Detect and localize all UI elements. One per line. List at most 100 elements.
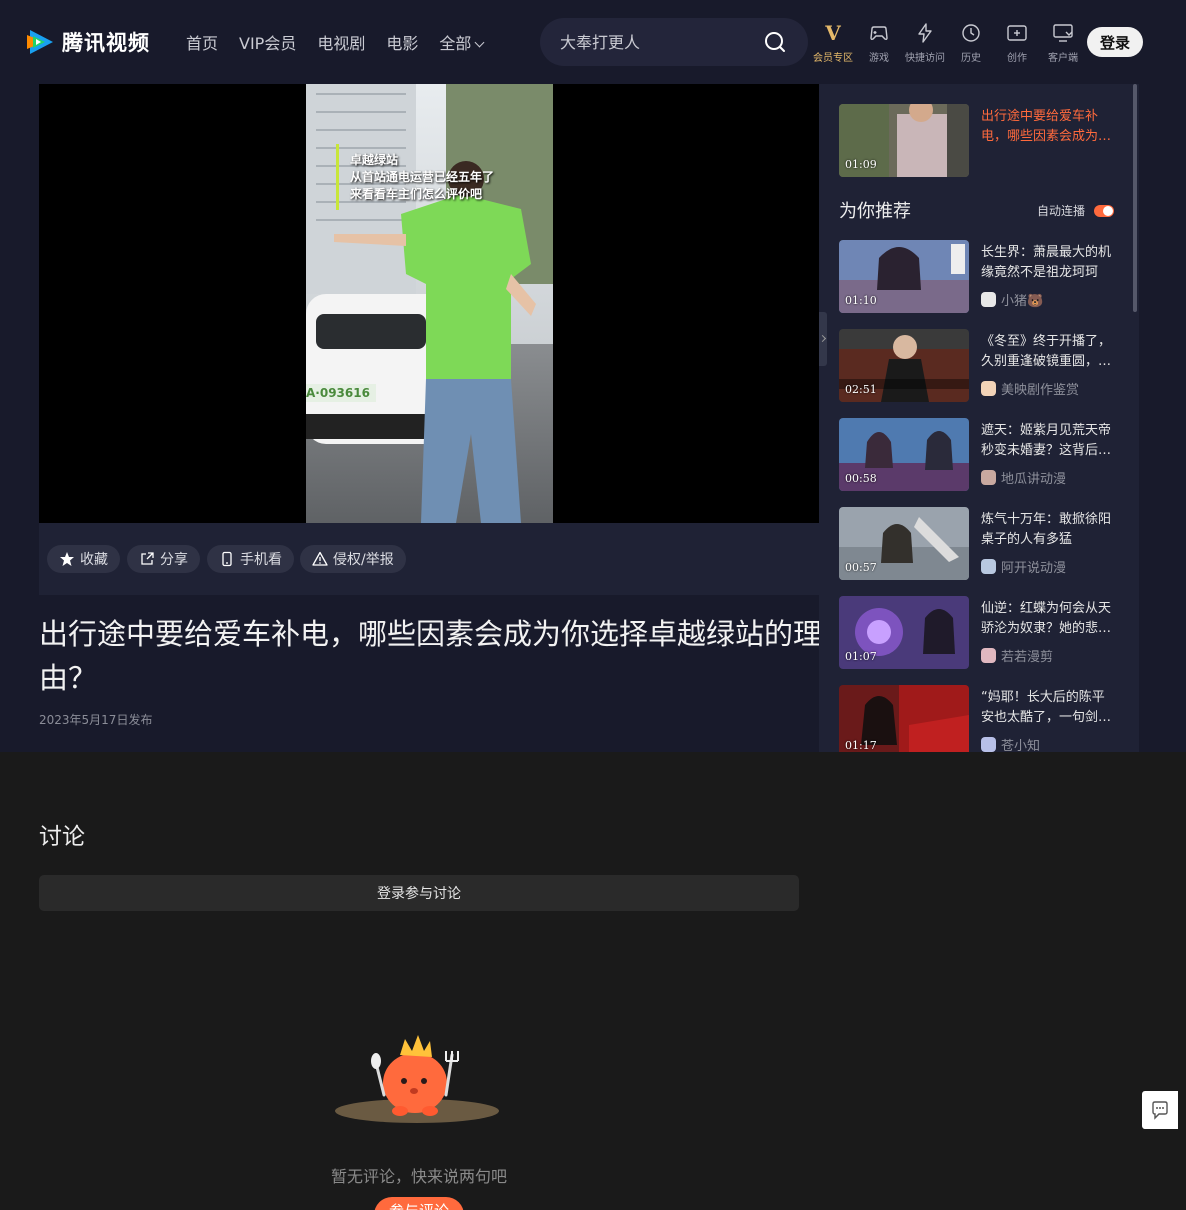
- recommend-title: 遮天：姬紫月见荒天帝秒变未婚妻？这背后…: [981, 423, 1112, 458]
- autoplay-switch: [1094, 204, 1115, 217]
- recommend-author: 苍小知: [981, 735, 1040, 752]
- nav-item-tv[interactable]: 电视剧: [317, 30, 365, 54]
- login-to-discuss-button[interactable]: 登录参与讨论: [39, 875, 799, 911]
- login-button[interactable]: 登录: [1087, 27, 1143, 57]
- avatar: [981, 737, 996, 752]
- client-button[interactable]: 客户端: [1040, 22, 1086, 64]
- tencent-video-logo-icon: [27, 30, 53, 54]
- vip-zone-button[interactable]: V 会员专区: [810, 22, 856, 64]
- recommend-heading: 为你推荐: [839, 201, 911, 222]
- recommend-thumbnail: 01:17: [839, 685, 969, 752]
- create-button[interactable]: 创作: [994, 22, 1040, 64]
- recommend-author: 美映剧作鉴赏: [981, 379, 1079, 398]
- recommend-title: 《冬至》终于开播了，久别重逢破镜重圆，…: [981, 334, 1112, 369]
- search-input[interactable]: [560, 32, 750, 52]
- recommend-author-name: 若若漫剪: [1001, 650, 1054, 665]
- nav-item-home[interactable]: 首页: [186, 30, 218, 54]
- recommend-panel: 01:09 出行途中要给爱车补电，哪些因素会成为… 为你推荐 自动连播 01:1…: [819, 84, 1139, 752]
- recommend-duration: 02:51: [845, 383, 877, 396]
- recommend-item[interactable]: 01:17 “妈耶！长大后的陈平安也太酷了，一句剑… 苍小知: [839, 685, 1129, 752]
- recommend-item[interactable]: 01:10 长生界：萧晨最大的机缘竟然不是祖龙珂珂 小猪🐻: [839, 240, 1129, 314]
- client-label: 客户端: [1048, 53, 1078, 64]
- recommend-item[interactable]: 02:51 《冬至》终于开播了，久别重逢破镜重圆，… 美映剧作鉴赏: [839, 329, 1129, 403]
- autoplay-label: 自动连播: [1037, 204, 1086, 218]
- video-caption-line-3: 来看看车主们怎么评价吧: [350, 187, 483, 201]
- search-icon[interactable]: [764, 31, 786, 53]
- empty-comments-text: 暂无评论，快来说两句吧: [331, 1167, 508, 1186]
- logo-text: 腾讯视频: [62, 31, 150, 55]
- video-actions: 收藏 分享 手机看 侵权/举报: [39, 523, 819, 595]
- history-button[interactable]: 历史: [948, 22, 994, 64]
- mascot-illustration: [335, 1035, 499, 1123]
- phone-icon: [222, 551, 232, 567]
- recommend-author-name: 美映剧作鉴赏: [1001, 383, 1080, 398]
- history-label: 历史: [961, 53, 981, 64]
- quick-access-button[interactable]: 快捷访问: [902, 22, 948, 64]
- report-button[interactable]: 侵权/举报: [300, 545, 406, 573]
- recommend-author: 若若漫剪: [981, 646, 1053, 665]
- main-nav: 首页 VIP会员 电视剧 电影 全部: [186, 30, 485, 54]
- recommend-thumbnail: 01:07: [839, 596, 969, 669]
- recommend-title: 仙逆：红蝶为何会从天骄沦为奴隶？她的悲…: [981, 601, 1112, 636]
- lightning-icon: [918, 23, 932, 43]
- share-button[interactable]: 分享: [127, 545, 200, 573]
- recommend-title: 长生界：萧晨最大的机缘竟然不是祖龙珂珂: [981, 245, 1112, 280]
- recommend-title: 炼气十万年：敢掀徐阳桌子的人有多猛: [981, 512, 1112, 547]
- search-box: [540, 18, 808, 66]
- recommend-item[interactable]: 01:07 仙逆：红蝶为何会从天骄沦为奴隶？她的悲… 若若漫剪: [839, 596, 1129, 670]
- recommend-duration: 01:07: [845, 650, 877, 663]
- gamepad-icon: [870, 26, 888, 41]
- recommend-thumbnail: 01:10: [839, 240, 969, 313]
- video-caption-line-2: 从首站通电运营已经五年了: [350, 170, 495, 184]
- share-label: 分享: [160, 552, 188, 568]
- recommend-thumbnail: 02:51: [839, 329, 969, 402]
- panel-scrollbar[interactable]: [1133, 84, 1137, 312]
- recommend-author-name: 阿开说动漫: [1001, 561, 1067, 576]
- collapse-panel-handle[interactable]: [819, 312, 827, 366]
- recommend-author-name: 地瓜讲动漫: [1001, 472, 1067, 487]
- current-video-thumbnail: 01:09: [839, 104, 969, 177]
- monitor-icon: [1053, 24, 1073, 42]
- autoplay-toggle[interactable]: 自动连播: [1037, 202, 1115, 219]
- avatar: [981, 470, 996, 485]
- game-button[interactable]: 游戏: [856, 22, 902, 64]
- collect-button[interactable]: 收藏: [47, 545, 120, 573]
- collect-label: 收藏: [80, 552, 108, 568]
- license-plate: A·093616: [306, 386, 370, 400]
- current-video-title: 出行途中要给爱车补电，哪些因素会成为…: [981, 109, 1112, 144]
- recommend-author: 地瓜讲动漫: [981, 468, 1066, 487]
- recommend-author: 小猪🐻: [981, 290, 1043, 309]
- video-player[interactable]: 卓越绿站 从首站通电运营已经五年了 来看看车主们怎么评价吧 A·093616: [39, 84, 819, 523]
- recommend-item[interactable]: 00:58 遮天：姬紫月见荒天帝秒变未婚妻？这背后… 地瓜讲动漫: [839, 418, 1129, 492]
- game-label: 游戏: [869, 53, 889, 64]
- discussion-heading: 讨论: [39, 824, 85, 850]
- report-label: 侵权/举报: [333, 552, 394, 568]
- vip-icon: V: [825, 21, 841, 45]
- nav-item-movie[interactable]: 电影: [386, 30, 418, 54]
- warning-icon: [312, 551, 328, 566]
- current-video-item[interactable]: 01:09 出行途中要给爱车补电，哪些因素会成为…: [839, 104, 1129, 178]
- avatar: [981, 381, 996, 396]
- nav-item-all[interactable]: 全部: [439, 30, 485, 54]
- star-icon: [60, 552, 74, 566]
- recommend-item[interactable]: 00:57 炼气十万年：敢掀徐阳桌子的人有多猛 阿开说动漫: [839, 507, 1129, 581]
- header-tools: V 会员专区 游戏 快捷访问 历史 创作 客户端: [810, 22, 1086, 64]
- nav-item-all-label: 全部: [439, 34, 472, 53]
- logo[interactable]: 腾讯视频: [24, 26, 150, 58]
- mobile-watch-button[interactable]: 手机看: [207, 545, 294, 573]
- chat-bubble-icon: [1152, 1101, 1168, 1120]
- avatar: [981, 559, 996, 574]
- current-video-duration: 01:09: [845, 158, 877, 171]
- create-label: 创作: [1007, 53, 1027, 64]
- join-comment-button[interactable]: 参与评论: [374, 1197, 464, 1210]
- recommend-thumbnail: 00:57: [839, 507, 969, 580]
- feedback-float-button[interactable]: [1142, 1091, 1178, 1129]
- clock-icon: [962, 24, 980, 42]
- recommend-author-name: 苍小知: [1001, 739, 1041, 752]
- nav-item-vip[interactable]: VIP会员: [239, 30, 296, 54]
- avatar: [981, 292, 996, 307]
- avatar: [981, 648, 996, 663]
- recommend-author: 阿开说动漫: [981, 557, 1066, 576]
- quick-access-label: 快捷访问: [905, 53, 945, 64]
- mobile-watch-label: 手机看: [240, 552, 282, 568]
